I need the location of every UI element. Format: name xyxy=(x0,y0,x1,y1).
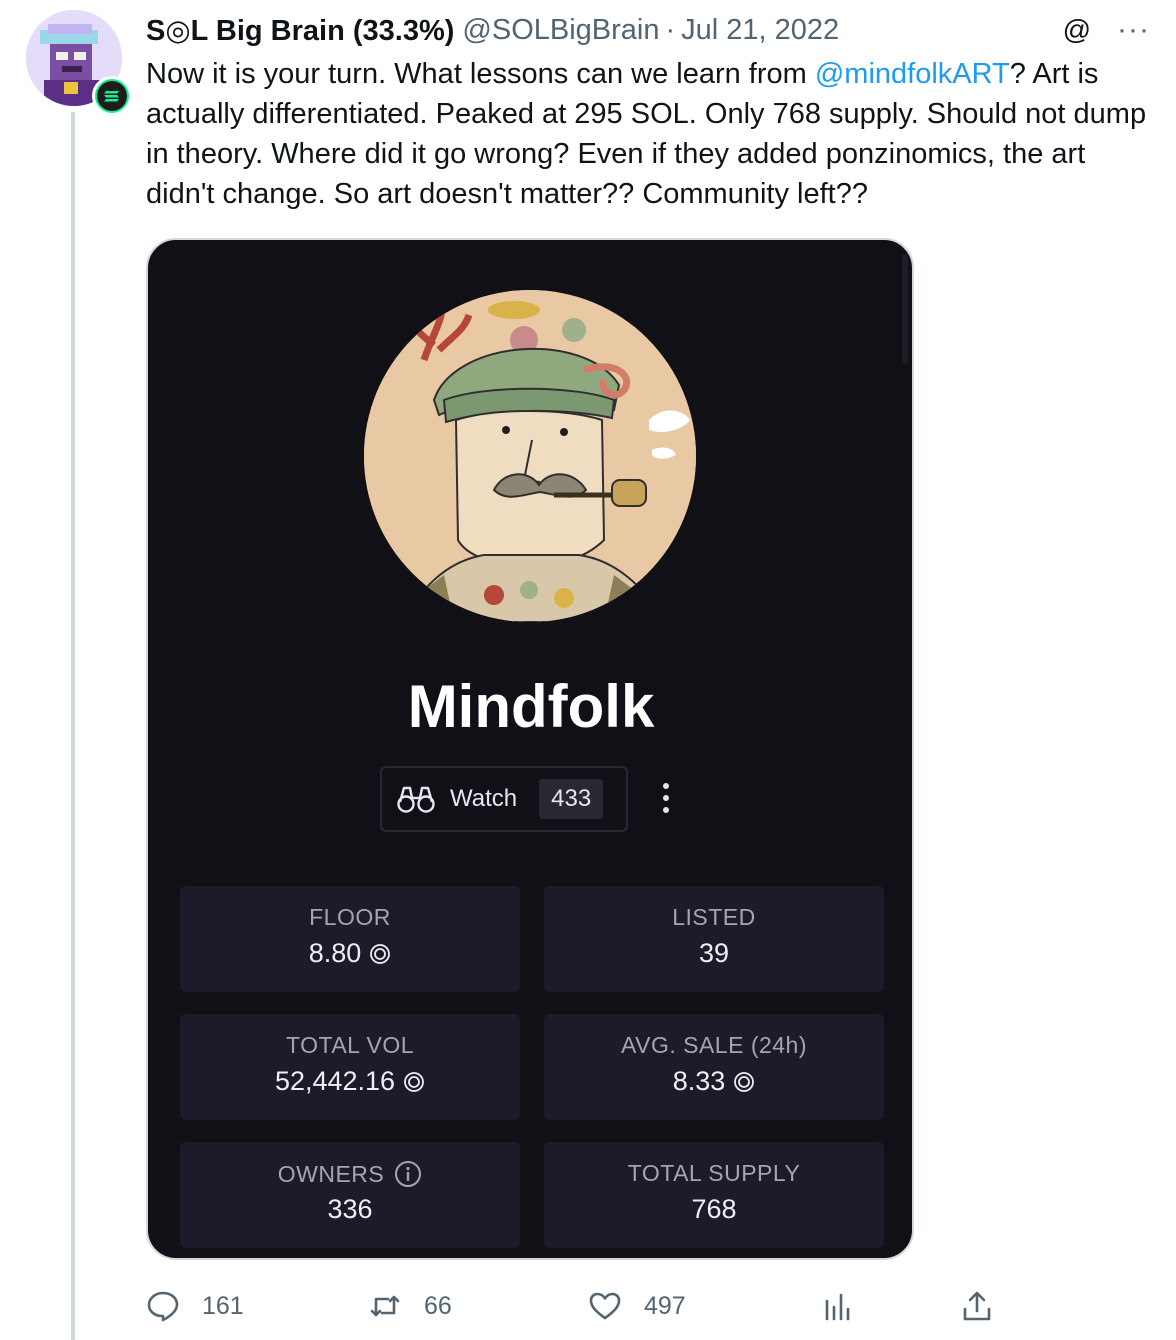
stat-floor: FLOOR 8.80 xyxy=(180,886,520,992)
stat-label: AVG. SALE (24h) xyxy=(620,1032,808,1058)
retweet-count: 66 xyxy=(424,1291,452,1320)
like-count: 497 xyxy=(644,1291,686,1320)
like-button[interactable]: 497 xyxy=(588,1282,686,1330)
views-button[interactable] xyxy=(820,1282,854,1330)
views-icon xyxy=(825,1293,850,1321)
collection-avatar xyxy=(364,290,696,622)
watch-button[interactable]: Watch 433 xyxy=(380,766,628,832)
binoculars-icon xyxy=(397,786,435,813)
thread-line xyxy=(71,112,75,1340)
author-handle[interactable]: @SOLBigBrain xyxy=(462,14,659,47)
reply-icon xyxy=(147,1291,179,1322)
stat-value-text: 768 xyxy=(691,1194,737,1224)
like-icon xyxy=(589,1292,621,1320)
sol-icon xyxy=(370,943,391,964)
sol-icon xyxy=(734,1071,755,1092)
collection-name: Mindfolk xyxy=(407,673,655,740)
author-name[interactable]: S◎L Big Brain (33.3%) xyxy=(146,13,454,48)
reply-count: 161 xyxy=(202,1291,244,1320)
avatar[interactable] xyxy=(26,10,132,116)
stat-value: 336 xyxy=(180,1194,520,1225)
stat-label: FLOOR xyxy=(309,904,391,930)
top-actions: @ ··· xyxy=(1063,10,1150,50)
info-icon[interactable] xyxy=(394,1160,422,1188)
stat-label: TOTAL SUPPLY xyxy=(627,1160,801,1186)
retweet-button[interactable]: 66 xyxy=(368,1282,452,1330)
separator: · xyxy=(665,13,676,46)
stat-label-text: OWNERS xyxy=(277,1160,385,1187)
stat-listed: LISTED 39 xyxy=(544,886,884,992)
tweet-actions: 161 66 497 xyxy=(146,1282,1006,1330)
share-button[interactable] xyxy=(960,1282,994,1330)
reply-button[interactable]: 161 xyxy=(146,1282,244,1330)
mention-link[interactable]: @mindfolkART xyxy=(815,58,1010,90)
watch-count-badge: 433 xyxy=(539,779,604,819)
stat-label: OWNERS xyxy=(180,1160,520,1188)
stat-value: 39 xyxy=(544,938,884,969)
stat-value: 8.80 xyxy=(180,938,520,969)
stat-total-supply: TOTAL SUPPLY 768 xyxy=(544,1142,884,1248)
stat-value-text: 8.33 xyxy=(672,1066,726,1096)
stat-total-vol: TOTAL VOL 52,442.16 xyxy=(180,1014,520,1120)
post-date[interactable]: Jul 21, 2022 xyxy=(681,14,839,47)
stat-value: 8.33 xyxy=(544,1066,884,1097)
stat-value-text: 52,442.16 xyxy=(274,1066,396,1096)
stat-label: LISTED xyxy=(672,904,756,930)
tweet-media-image[interactable]: Mindfolk Watch 433 FLOOR 8.80 LISTED 39 xyxy=(146,238,914,1260)
stat-value: 768 xyxy=(544,1194,884,1225)
solana-badge xyxy=(92,76,154,138)
more-icon[interactable]: ··· xyxy=(1117,13,1150,47)
tweet-text: Now it is your turn. What lessons can we… xyxy=(146,54,1156,214)
stat-value: 52,442.16 xyxy=(180,1066,520,1097)
sol-icon xyxy=(404,1071,424,1092)
stat-label: TOTAL VOL xyxy=(285,1032,415,1058)
at-icon[interactable]: @ xyxy=(1063,14,1091,46)
kebab-icon[interactable] xyxy=(656,780,676,816)
tweet-text-part: Now it is your turn. What lessons can we… xyxy=(146,58,815,90)
share-icon xyxy=(963,1291,991,1321)
retweet-icon xyxy=(370,1295,400,1317)
stat-value-text: 8.80 xyxy=(308,938,362,968)
stat-owners: OWNERS 336 xyxy=(180,1142,520,1248)
scrollbar-thumb xyxy=(902,254,908,364)
stat-value-text: 39 xyxy=(698,938,730,968)
watch-label: Watch xyxy=(450,785,518,812)
stat-value-text: 336 xyxy=(327,1194,373,1224)
tweet-header: S◎L Big Brain (33.3%) @SOLBigBrain · Jul… xyxy=(146,10,839,50)
stat-avg-sale: AVG. SALE (24h) 8.33 xyxy=(544,1014,884,1120)
